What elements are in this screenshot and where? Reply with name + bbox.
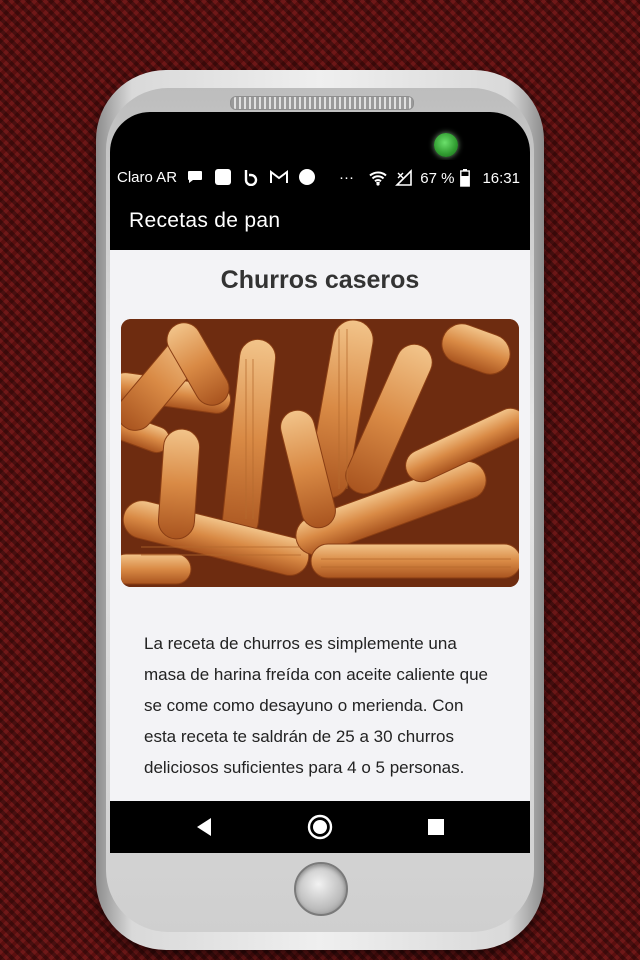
b-logo-icon [241, 167, 261, 187]
home-icon[interactable] [306, 813, 334, 841]
app-bar: Recetas de pan [110, 196, 530, 250]
more-notifications: ··· [339, 168, 354, 186]
recipe-title: Churros caseros [220, 266, 420, 294]
churros-photo [121, 319, 519, 587]
back-icon[interactable] [190, 813, 218, 841]
navigation-bar [110, 801, 530, 853]
chat-bubble-icon [185, 167, 205, 187]
clock-label: 16:31 [482, 169, 520, 187]
camera-icon [434, 133, 458, 157]
status-right: 67 % 16:31 [368, 168, 520, 188]
gmail-icon [269, 167, 289, 187]
battery-icon [460, 168, 471, 188]
speaker-grille [230, 96, 414, 110]
recipe-description: La receta de churros es simplemente una … [144, 634, 489, 777]
recents-icon[interactable] [422, 813, 450, 841]
signal-icon [394, 168, 414, 188]
notification-icons: ··· [185, 167, 354, 187]
carrier-label: Claro AR [117, 169, 178, 186]
hardware-home-button[interactable] [294, 862, 348, 916]
app-title: Recetas de pan [129, 209, 281, 232]
recipe-image [121, 319, 519, 587]
recipe-content[interactable]: Churros caseros La receta de churros es … [110, 250, 530, 801]
square-icon [213, 167, 233, 187]
circle-icon [297, 167, 317, 187]
wifi-icon [368, 168, 388, 188]
phone-screen: Claro AR ··· 67 % 16:31 Recetas de pan C… [110, 160, 530, 853]
status-bar: Claro AR ··· 67 % 16:31 [110, 160, 530, 196]
battery-label: 67 % [420, 169, 455, 187]
